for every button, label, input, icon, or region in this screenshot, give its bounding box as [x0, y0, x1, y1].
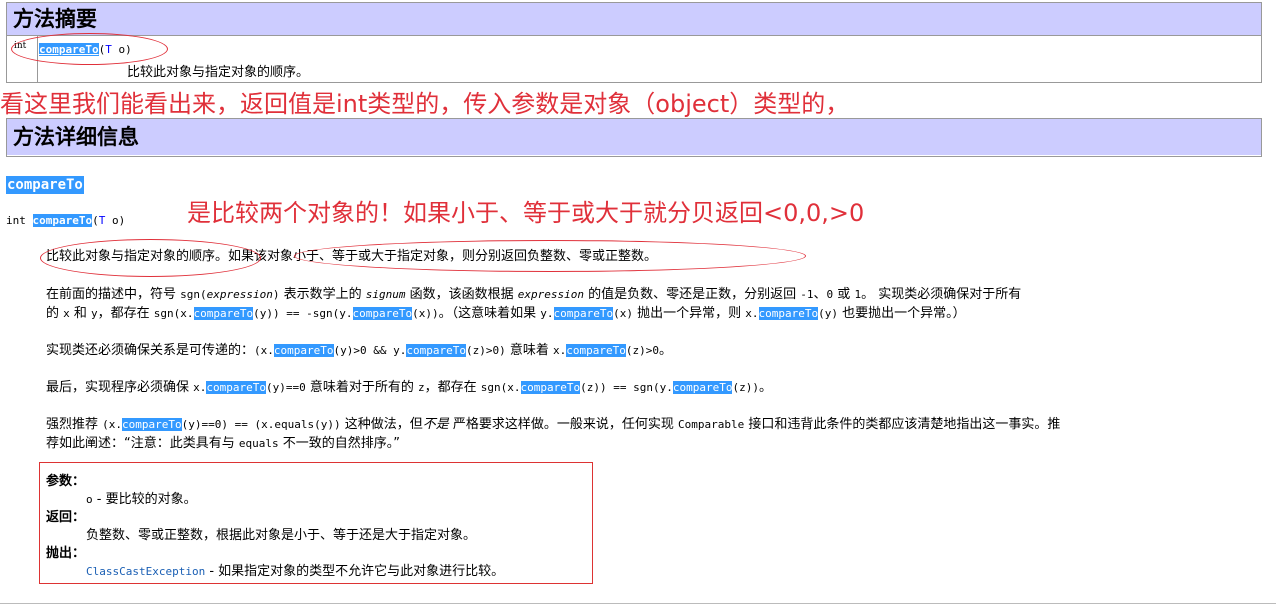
bottom-divider	[0, 603, 1276, 604]
detail-param-name: o	[111, 214, 119, 227]
annotation-ellipse-intro-right	[294, 240, 806, 272]
paragraph-sgn: 在前面的描述中，符号 sgn(expression) 表示数学上的 signum…	[46, 287, 1022, 321]
annotation-return-note: 看这里我们能看出来，返回值是int类型的，传入参数是对象（object）类型的，	[0, 90, 850, 118]
highlight-compareto: compareTo	[273, 344, 334, 357]
highlight-compareto: compareTo	[406, 344, 466, 357]
highlight-compareto: compareTo	[122, 418, 182, 431]
paragraph-recommendation: 强烈推荐 (x.compareTo(y)==0) == (x.equals(y)…	[46, 417, 1061, 451]
method-detail-table: 方法详细信息	[6, 118, 1262, 157]
detail-param-type-link[interactable]: T	[99, 214, 106, 227]
params-label: 参数：	[46, 474, 86, 489]
highlight-compareto: compareTo	[566, 344, 626, 357]
detail-signature: int compareTo(T o)	[6, 214, 126, 227]
method-detail-heading: 方法详细信息	[7, 119, 1261, 155]
method-summary-heading: 方法摘要	[7, 3, 1261, 36]
throws-entry: ClassCastException - 如果指定对象的类型不允许它与此对象进行…	[86, 564, 505, 579]
params-returns-throws-box: 参数： o - 要比较的对象。 返回： 负整数、零或正整数，根据此对象是小于、等…	[39, 462, 593, 584]
highlight-compareto: compareTo	[206, 381, 266, 394]
highlight-compareto: compareTo	[672, 381, 733, 394]
method-summary-row: int compareTo(T o) 比较此对象与指定对象的顺序。	[7, 36, 1261, 82]
highlight-compareto: compareTo	[352, 307, 413, 320]
detail-method-name: compareTo	[6, 176, 84, 194]
classcastexception-link[interactable]: ClassCastException	[86, 565, 205, 578]
detail-method-signature-name: compareTo	[32, 214, 93, 227]
returns-description: 负整数、零或正整数，根据此对象是小于、等于还是大于指定对象。	[86, 528, 477, 543]
highlight-compareto: compareTo	[193, 307, 254, 320]
param-entry: o - 要比较的对象。	[86, 492, 197, 507]
returns-label: 返回：	[46, 510, 86, 525]
summary-description: 比较此对象与指定对象的顺序。	[127, 65, 310, 80]
annotation-compare-note: 是比较两个对象的！如果小于、等于或大于就分贝返回<0,0,>0	[187, 199, 865, 227]
paragraph-equality: 最后，实现程序必须确保 x.compareTo(y)==0 意味着对于所有的 z…	[46, 380, 772, 395]
detail-return-type: int	[6, 214, 26, 227]
highlight-compareto: compareTo	[553, 307, 614, 320]
annotation-ellipse-summary	[11, 33, 168, 65]
annotation-ellipse-intro-left	[40, 239, 261, 277]
highlight-compareto: compareTo	[520, 381, 581, 394]
paragraph-transitive: 实现类还必须确保关系是可传递的：(x.compareTo(y)>0 && y.c…	[46, 343, 672, 358]
method-summary-table: 方法摘要 int compareTo(T o) 比较此对象与指定对象的顺序。	[6, 2, 1262, 83]
throws-label: 抛出：	[46, 546, 86, 561]
highlight-compareto: compareTo	[758, 307, 819, 320]
